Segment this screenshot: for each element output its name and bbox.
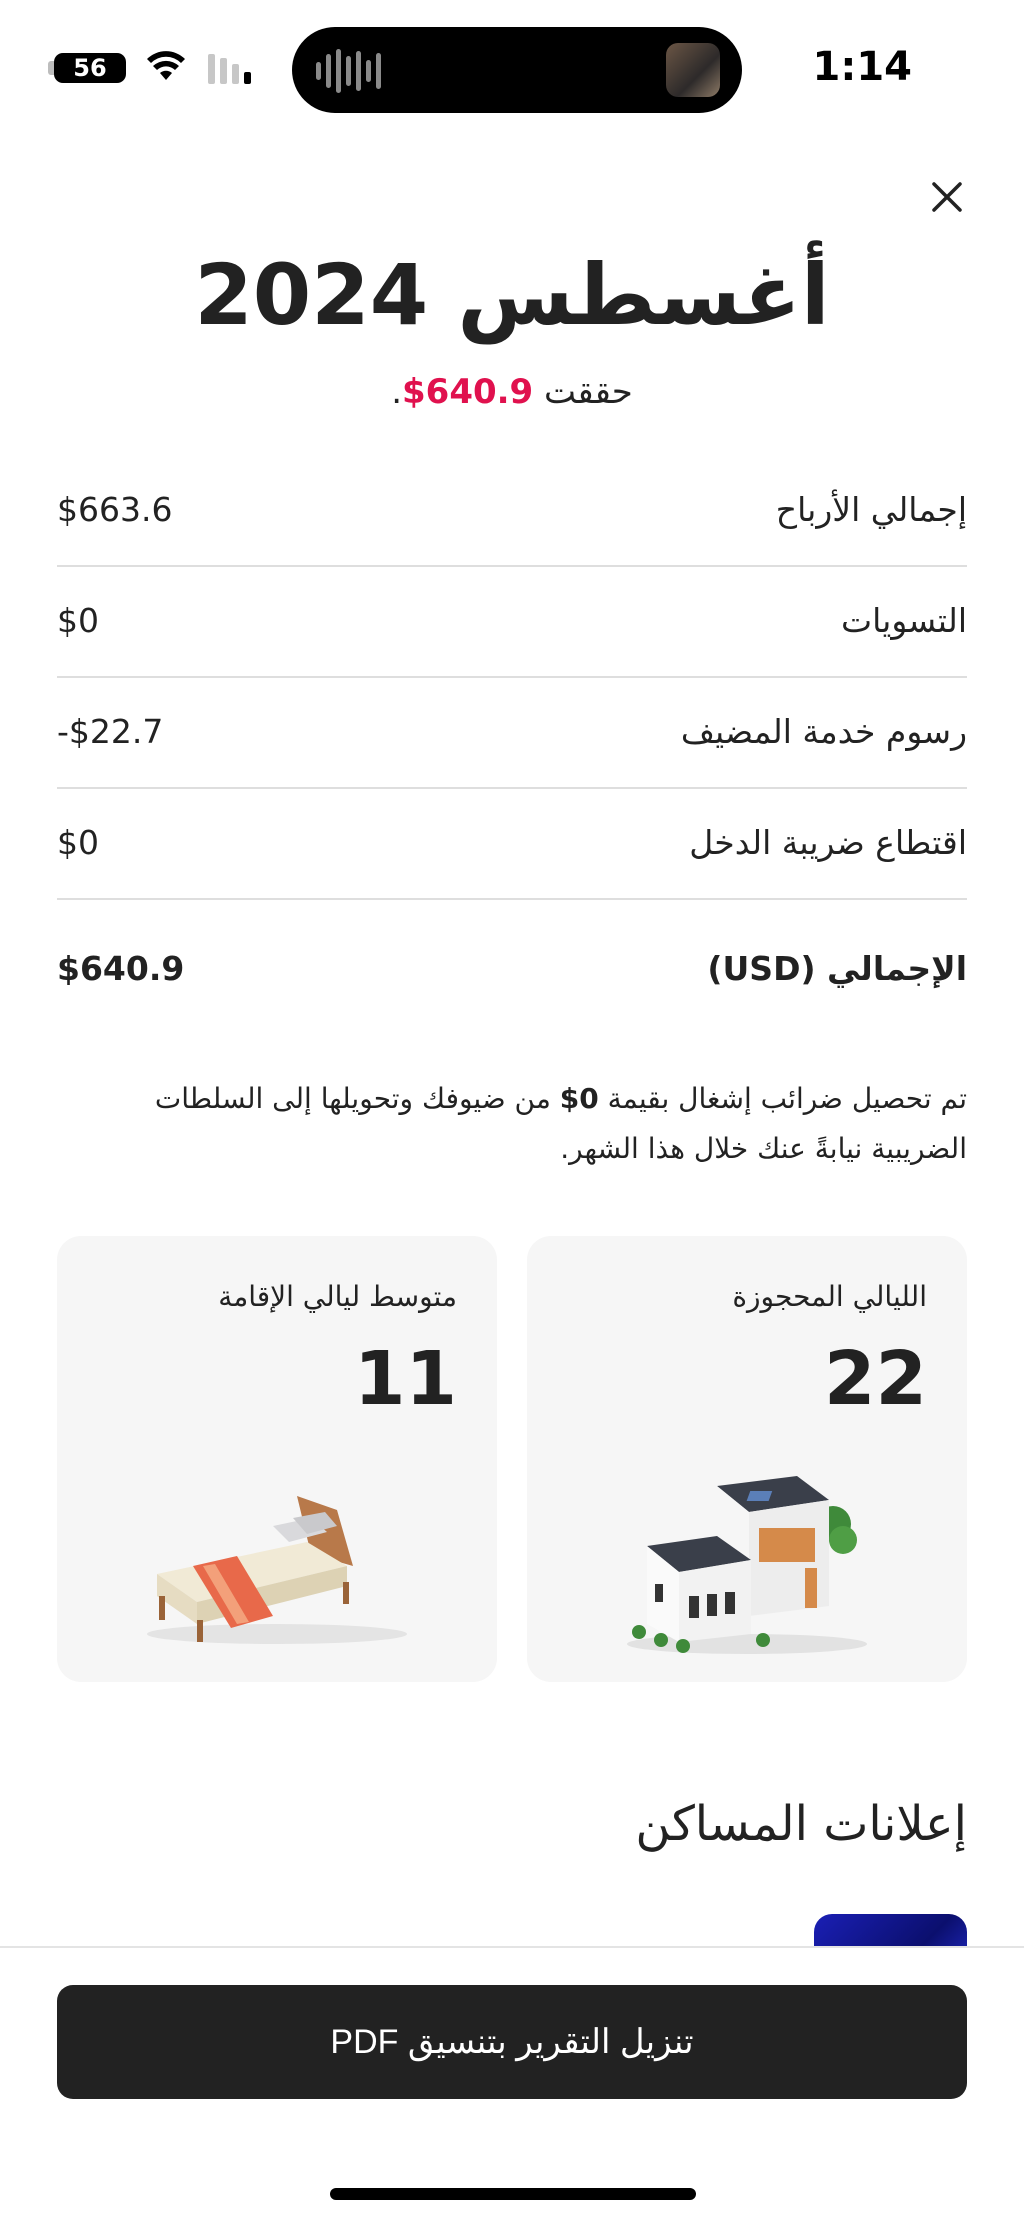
summary-amount: $640.9	[402, 372, 534, 412]
row-gross-earnings: $663.6 إجمالي الأرباح	[57, 454, 967, 567]
row-host-service-fee: -$22.7 رسوم خدمة المضيف	[57, 676, 967, 789]
download-pdf-button[interactable]: تنزيل التقرير بتنسيق PDF	[57, 1985, 967, 2099]
row-value: $0	[57, 823, 99, 862]
row-income-tax-withholding: $0 اقتطاع ضريبة الدخل	[57, 787, 967, 900]
summary-prefix: حققت	[533, 372, 633, 412]
row-value: $663.6	[57, 490, 173, 529]
summary-suffix: .	[391, 372, 402, 412]
card-label: الليالي المحجوزة	[732, 1280, 927, 1313]
home-indicator	[330, 2188, 696, 2200]
row-value: $640.9	[57, 949, 185, 988]
row-value: -$22.7	[57, 712, 164, 751]
avg-stay-card: متوسط ليالي الإقامة 11	[57, 1236, 497, 1682]
listings-section-title: إعلانات المساكن	[635, 1796, 967, 1852]
row-adjustments: $0 التسويات	[57, 565, 967, 678]
row-total: $640.9 الإجمالي (USD)	[57, 913, 967, 1024]
wifi-icon	[147, 51, 185, 80]
row-label: الإجمالي (USD)	[707, 949, 967, 988]
note-amount: $0	[559, 1082, 599, 1115]
row-label: إجمالي الأرباح	[775, 490, 967, 529]
earnings-summary: حققت $640.9.	[0, 372, 1024, 412]
row-value: $0	[57, 601, 99, 640]
dynamic-island	[292, 27, 742, 113]
audio-waveform-icon	[316, 49, 381, 93]
occupancy-tax-note: تم تحصيل ضرائب إشغال بقيمة $0 من ضيوفك و…	[57, 1074, 967, 1174]
cell-signal-icon	[208, 54, 251, 84]
card-label: متوسط ليالي الإقامة	[218, 1280, 457, 1313]
battery-indicator: 56	[48, 53, 126, 83]
status-time: 1:14	[812, 44, 913, 90]
bed-illustration	[147, 1496, 407, 1644]
card-value: 22	[824, 1336, 927, 1422]
bottom-bar-divider	[0, 1946, 1024, 1948]
house-illustration	[627, 1476, 867, 1654]
page-title: أغسطس 2024	[194, 246, 830, 344]
card-value: 11	[354, 1336, 457, 1422]
row-label: رسوم خدمة المضيف	[680, 712, 967, 751]
row-label: التسويات	[841, 601, 967, 640]
close-icon[interactable]	[924, 174, 970, 220]
note-text-start: تم تحصيل ضرائب إشغال بقيمة	[598, 1082, 967, 1115]
battery-level: 56	[73, 54, 107, 82]
row-label: اقتطاع ضريبة الدخل	[689, 823, 967, 862]
now-playing-artwork	[666, 43, 720, 97]
booked-nights-card: الليالي المحجوزة 22	[527, 1236, 967, 1682]
